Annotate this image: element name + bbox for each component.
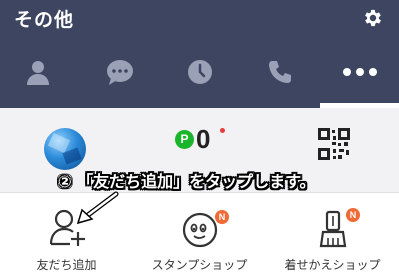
page-title: その他	[14, 9, 75, 31]
clock-icon	[188, 60, 212, 84]
main-tab-bar	[0, 38, 399, 108]
theme-shop-label: 着せかえショップ	[284, 258, 381, 272]
new-badge: N	[346, 208, 360, 222]
sticker-shop-icon	[182, 212, 218, 248]
points-value[interactable]: 0	[196, 124, 210, 155]
theme-shop-button[interactable]: N 着せかえショップ	[266, 200, 399, 279]
arrow-pointer-icon	[76, 191, 119, 225]
sticker-shop-button[interactable]: N スタンプショップ	[133, 200, 266, 279]
notification-dot	[220, 128, 225, 133]
instruction-annotation: ② 「友だち追加」をタップします。	[58, 172, 316, 191]
sticker-shop-label: スタンプショップ	[151, 258, 248, 272]
points-icon[interactable]: P	[175, 130, 194, 149]
header-bar: その他	[0, 0, 399, 38]
new-badge: N	[215, 210, 229, 224]
qr-code-icon[interactable]	[318, 128, 350, 160]
more-icon	[343, 68, 377, 76]
person-icon	[27, 61, 49, 85]
profile-avatar[interactable]	[44, 128, 86, 170]
chat-icon	[107, 60, 133, 85]
tab-more[interactable]	[338, 54, 382, 90]
tab-calls[interactable]	[258, 54, 302, 90]
phone-icon	[269, 61, 291, 83]
settings-gear-icon[interactable]	[362, 7, 384, 29]
tab-chats[interactable]	[98, 54, 142, 90]
add-friend-label: 友だち追加	[36, 258, 97, 272]
tab-friends[interactable]	[16, 54, 60, 90]
tab-timeline[interactable]	[178, 54, 222, 90]
